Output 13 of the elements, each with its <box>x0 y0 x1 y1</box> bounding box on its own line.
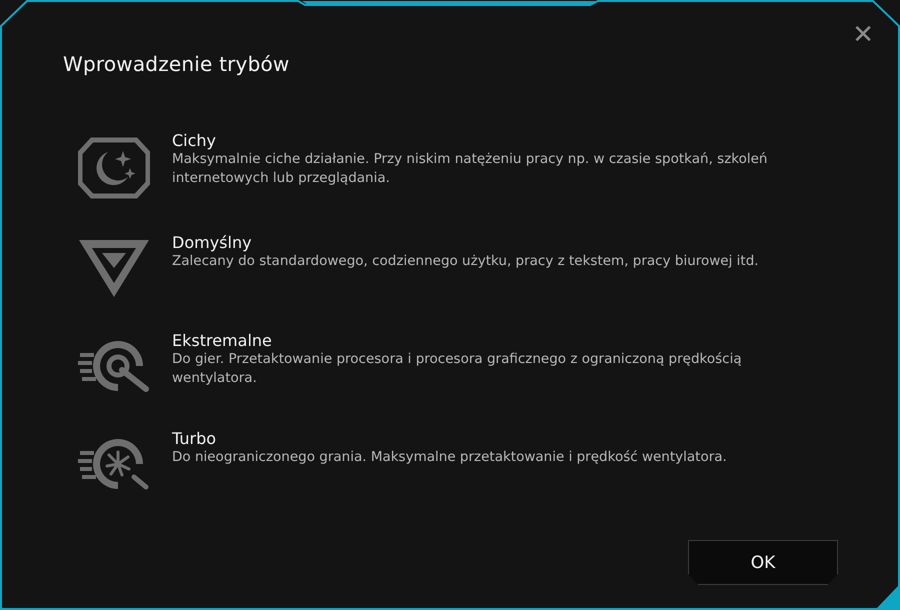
mode-name: Cichy <box>172 131 218 150</box>
mode-description: Zalecany do standardowego, codziennego użytku, pracy z tekstem, pracy biurowej itd. <box>172 252 759 271</box>
chevron-triangle-icon <box>78 239 150 297</box>
mode-description: Maksymalnie ciche działanie. Przy niskim natężeniu pracy np. w czasie spotkań, szkoleń internetowych lub przeglądania. <box>172 150 768 188</box>
mode-name: Ekstremalne <box>172 331 273 350</box>
mode-name: Turbo <box>172 429 218 448</box>
mode-description: Do gier. Przetaktowanie procesora i procesora graficznego z ograniczoną prędkością wentylatora. <box>172 350 743 388</box>
ok-button[interactable]: OK <box>688 540 838 585</box>
moon-stars-icon <box>78 137 150 199</box>
mode-description: Do nieograniczonego grania. Maksymalne przetaktowanie i prędkość wentylatora. <box>172 448 727 467</box>
dialog-title: Wprowadzenie trybów <box>63 52 290 76</box>
close-button[interactable]: ✕ <box>848 22 878 48</box>
mode-name: Domyślny <box>172 233 253 252</box>
